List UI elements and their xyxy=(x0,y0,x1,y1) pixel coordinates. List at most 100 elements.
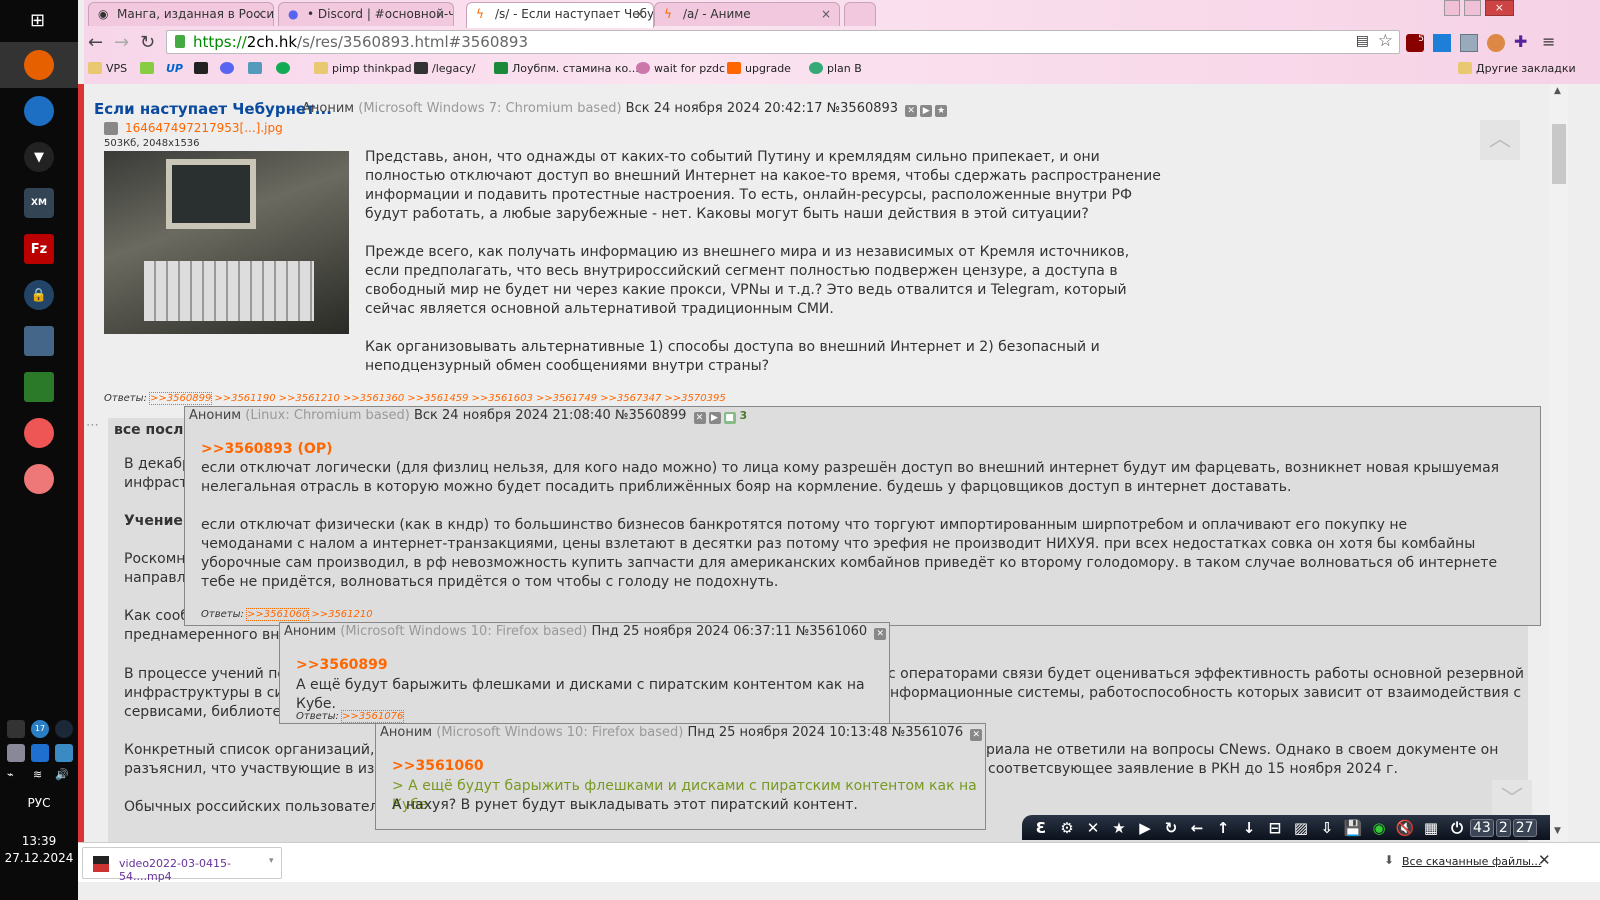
quote-reference-link[interactable]: >>3560893 (OP) xyxy=(201,441,332,457)
bookmark-plan-b[interactable]: plan B xyxy=(809,62,862,75)
reply-link[interactable]: >>3561076 xyxy=(341,710,405,723)
tab-discord[interactable]: ● • Discord | #основной-чат × xyxy=(278,2,454,26)
bookmark-pimp-thinkpad[interactable]: pimp thinkpad xyxy=(314,62,412,75)
reply-link[interactable]: >>3567347 xyxy=(600,393,661,404)
scrollbar-thumb[interactable] xyxy=(1552,124,1566,184)
fox-app-icon[interactable]: ▼ xyxy=(24,142,54,172)
settings-gear-icon[interactable]: ⚙ xyxy=(1054,819,1080,837)
tray-icon[interactable] xyxy=(7,720,25,738)
wifi-icon[interactable]: ≋ xyxy=(33,768,42,781)
scroll-down-arrow-icon[interactable]: ▼ xyxy=(1554,826,1561,836)
bookmark-loubpm[interactable]: Лоубпм. стамина ко... xyxy=(494,62,639,75)
bookmark-vps[interactable]: VPS xyxy=(88,62,127,75)
file-name-link[interactable]: 164647497217953[...].jpg xyxy=(125,121,283,135)
post-number[interactable]: №3560893 xyxy=(827,101,898,116)
search-image-icon[interactable] xyxy=(104,122,118,135)
clock-time[interactable]: 13:39 xyxy=(0,834,78,848)
post-number[interactable]: №3561076 xyxy=(892,725,963,740)
minimize-button[interactable] xyxy=(1444,0,1461,16)
bookmark-s[interactable] xyxy=(194,62,212,75)
other-bookmarks[interactable]: Другие закладки xyxy=(1458,62,1576,75)
bookmark-star-icon[interactable]: ☆ xyxy=(1378,31,1393,51)
close-window-button[interactable]: × xyxy=(1484,0,1514,16)
bookmark-legacy[interactable]: /legacy/ xyxy=(414,62,476,75)
thread-title[interactable]: Если наступает Чебурнет... xyxy=(94,100,332,118)
tab-manga[interactable]: ◉ Манга, изданная в России × xyxy=(88,2,274,26)
download-item[interactable]: video2022-03-0415-54....mp4 ▾ xyxy=(82,847,282,883)
bookmark-icon-2[interactable] xyxy=(248,62,266,75)
expand-dots-icon[interactable]: ⋯ xyxy=(86,418,99,433)
battery-icon[interactable]: ⌁ xyxy=(7,768,14,781)
close-tab-icon[interactable]: × xyxy=(255,7,265,21)
play-icon[interactable]: ▶ xyxy=(708,412,721,424)
expand-images-icon[interactable]: ⊟ xyxy=(1262,819,1288,837)
reload-button[interactable]: ↻ xyxy=(140,32,155,53)
preload-images-icon[interactable]: ⇩ xyxy=(1314,819,1340,837)
close-tab-icon[interactable]: × xyxy=(435,7,445,21)
post-number[interactable]: №3560899 xyxy=(615,408,686,423)
scroll-down-button[interactable]: ﹀ xyxy=(1492,780,1532,820)
bookmark-up[interactable]: UP xyxy=(166,62,183,75)
mark-icon[interactable]: ■ xyxy=(723,412,736,424)
hide-post-icon[interactable]: ✕ xyxy=(693,412,706,424)
save-thread-icon[interactable]: 💾 xyxy=(1340,819,1366,837)
address-bar[interactable]: https://2ch.hk/s/res/3560893.html#356089… xyxy=(166,30,1400,54)
firefox-icon[interactable] xyxy=(24,50,54,80)
close-tab-icon[interactable]: × xyxy=(821,7,831,21)
go-back-icon[interactable]: ← xyxy=(1184,819,1210,837)
download-file-name[interactable]: video2022-03-0415-54....mp4 xyxy=(119,857,281,883)
reply-link[interactable]: >>3561459 xyxy=(407,393,468,404)
osu-icon[interactable] xyxy=(24,418,54,448)
all-downloads-link[interactable]: Все скачанные файлы... xyxy=(1402,855,1541,868)
bookmark-wait-for-pzdc[interactable]: wait for pzdc xyxy=(636,62,725,75)
bookmark-icon-3[interactable] xyxy=(276,62,294,75)
reply-link[interactable]: >>3561190 xyxy=(214,393,275,404)
hidden-posts-icon[interactable]: ✕ xyxy=(1080,819,1106,837)
filezilla-icon[interactable]: Fz xyxy=(24,234,54,264)
quote-reference-link[interactable]: >>3560899 xyxy=(296,657,388,673)
reply-link[interactable]: >>3561210 xyxy=(279,393,340,404)
reply-link[interactable]: >>3561060 xyxy=(246,608,310,621)
steam-icon[interactable] xyxy=(55,720,73,738)
extension-s-icon[interactable] xyxy=(1433,34,1451,52)
ublock-icon[interactable]: 5 xyxy=(1406,34,1424,52)
favorite-icon[interactable]: ★ xyxy=(935,105,948,117)
post-number[interactable]: №3561060 xyxy=(796,624,867,639)
audio-notify-eye-icon[interactable]: ◉ xyxy=(1366,819,1392,837)
thunderbird-icon[interactable] xyxy=(24,96,54,126)
play-icon[interactable]: ▶ xyxy=(920,105,933,117)
xmplay-icon[interactable]: XM xyxy=(24,188,54,218)
hide-post-icon[interactable]: ✕ xyxy=(874,628,887,640)
reader-mode-icon[interactable]: ▤ xyxy=(1356,33,1369,49)
extensions-puzzle-icon[interactable]: ✚ xyxy=(1514,32,1527,51)
user-icon[interactable] xyxy=(7,744,25,762)
go-down-icon[interactable]: ↓ xyxy=(1236,819,1262,837)
mute-icon[interactable]: 🔇 xyxy=(1392,819,1418,837)
reply-link[interactable]: >>3561360 xyxy=(343,393,404,404)
bookmark-discord[interactable] xyxy=(220,62,238,75)
torrent-icon[interactable] xyxy=(24,372,54,402)
dollchan-logo-icon[interactable]: Ɛ xyxy=(1028,819,1054,837)
tab-anime[interactable]: ϟ/a/ - Аниме × xyxy=(654,2,840,26)
language-indicator[interactable]: РУС xyxy=(0,796,78,810)
download-menu-chevron-icon[interactable]: ▾ xyxy=(269,856,274,866)
close-tab-icon[interactable]: × xyxy=(635,7,645,21)
reply-link[interactable]: >>3561603 xyxy=(472,393,533,404)
tab-active-s[interactable]: ϟ/s/ - Если наступает Чебурнет× xyxy=(466,2,654,28)
background-post-heading[interactable]: все после xyxy=(114,422,193,438)
reply-link[interactable]: >>3561210 xyxy=(311,609,372,620)
play-icon[interactable]: ▶ xyxy=(985,729,986,741)
mask-images-icon[interactable]: ▨ xyxy=(1288,819,1314,837)
refresh-icon[interactable]: ↻ xyxy=(1158,819,1184,837)
volume-icon[interactable]: 🔊 xyxy=(55,768,69,781)
new-tab-button[interactable] xyxy=(844,2,876,26)
extension-s2-icon[interactable] xyxy=(1460,34,1478,52)
bluetooth-icon[interactable] xyxy=(31,744,49,762)
favorites-star-icon[interactable]: ★ xyxy=(1106,819,1132,837)
network-app-icon[interactable] xyxy=(55,744,73,762)
post-thumbnail-image[interactable] xyxy=(104,151,349,334)
reply-link[interactable]: >>3560899 xyxy=(149,392,213,405)
play-icon[interactable]: ▶ xyxy=(889,628,890,640)
hide-post-icon[interactable]: ✕ xyxy=(970,729,983,741)
osu-icon-2[interactable] xyxy=(24,464,54,494)
